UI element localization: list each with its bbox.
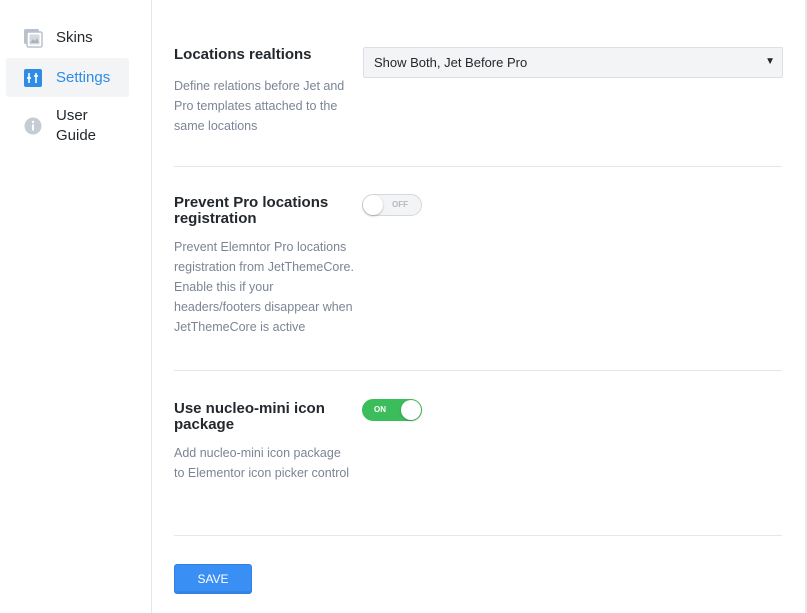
toggle-knob (363, 195, 383, 215)
sidebar-item-user-guide[interactable]: User Guide (6, 106, 129, 150)
sidebar-item-label: Skins (56, 29, 93, 46)
toggle-state-label: ON (374, 405, 386, 414)
divider (174, 535, 782, 536)
setting-description: Add nucleo-mini icon package to Elemento… (174, 446, 350, 480)
setting-description: Prevent Elemntor Pro locations registrat… (174, 240, 354, 334)
sidebar-item-label: User Guide (56, 107, 97, 144)
prevent-pro-toggle[interactable]: OFF (362, 194, 422, 216)
toggle-knob (401, 400, 421, 420)
divider (174, 166, 782, 167)
skins-icon (23, 28, 43, 48)
setting-title: Prevent Pro locations registration (174, 194, 329, 227)
setting-title: Use nucleo-mini icon package (174, 400, 325, 433)
settings-icon (23, 68, 43, 88)
sidebar-item-settings[interactable]: Settings (6, 58, 129, 97)
select-value: Show Both, Jet Before Pro (374, 55, 528, 70)
divider (174, 370, 782, 371)
caret-down-icon: ▼ (765, 56, 775, 67)
sidebar-item-skins[interactable]: Skins (6, 28, 129, 50)
toggle-state-label: OFF (392, 200, 408, 209)
sidebar: Skins Settings User Guide (0, 0, 151, 613)
info-icon (23, 116, 43, 136)
nucleo-icons-toggle[interactable]: ON (362, 399, 422, 421)
setting-description: Define relations before Jet and Pro temp… (174, 79, 345, 133)
setting-prevent-pro-locations: Prevent Pro locations registration Preve… (174, 195, 782, 337)
settings-panel: Locations realtions Define relations bef… (152, 0, 807, 613)
setting-nucleo-icons: Use nucleo-mini icon package Add nucleo-… (174, 401, 782, 483)
save-button[interactable]: SAVE (174, 564, 252, 594)
locations-relations-select[interactable]: Show Both, Jet Before Pro ▼ (363, 47, 783, 78)
sidebar-item-label: Settings (56, 69, 111, 86)
setting-title: Locations realtions (174, 46, 312, 63)
